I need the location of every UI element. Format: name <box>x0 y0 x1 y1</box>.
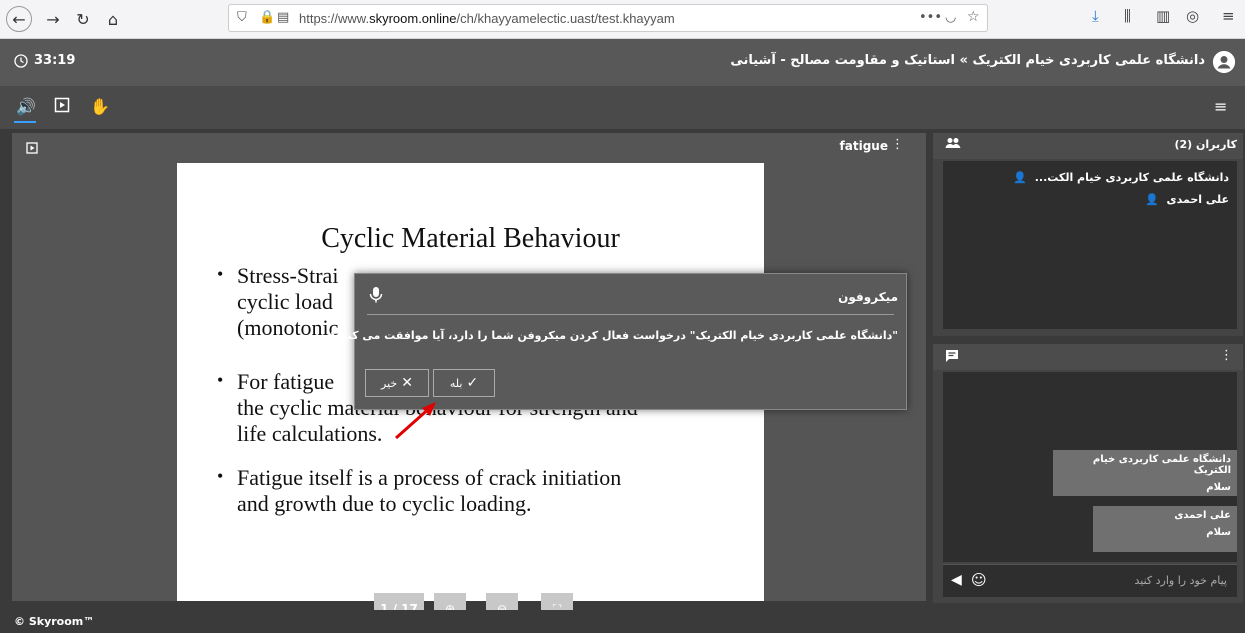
chat-icon <box>945 349 959 367</box>
hamburger-icon[interactable]: ≡ <box>1214 97 1227 116</box>
presentation-name: fatigue <box>839 139 888 153</box>
bullet-line: life calculations. <box>237 421 383 446</box>
users-list: دانشگاه علمی کاربردی خیام الکت... 👤 علی … <box>943 161 1237 329</box>
url-path: /ch/khayyamelectic.uast/test.khayyam <box>456 11 675 26</box>
more-vert-icon[interactable]: ⋮ <box>891 137 904 152</box>
presentation-icon[interactable] <box>26 139 38 158</box>
footer-text: © Skyroom™ <box>14 615 95 628</box>
profile-icon[interactable] <box>1213 51 1235 73</box>
dialog-divider <box>367 314 894 315</box>
no-label: خیر <box>381 376 398 390</box>
slide-bullet-3: Fatigue itself is a process of crack ini… <box>217 463 737 517</box>
arrow-right-icon: → <box>46 9 60 29</box>
chat-message: علی احمدی سلام <box>1093 506 1237 552</box>
shield-icon: ⛉ <box>237 10 247 25</box>
dialog-title: میکروفون <box>838 290 898 304</box>
library-icon[interactable]: ⫼ <box>1124 7 1131 25</box>
room-title: دانشگاه علمی کاربردی خیام الکتریک » استا… <box>730 53 1205 68</box>
lock-icon: 🔒 <box>259 10 276 25</box>
chat-input[interactable]: ◀ ☺ پیام خود را وارد کنید <box>943 564 1237 597</box>
account-icon[interactable]: ◎ <box>1186 7 1199 25</box>
app-header: 33:19 دانشگاه علمی کاربردی خیام الکتریک … <box>0 39 1245 87</box>
users-icon <box>945 137 961 153</box>
user-icon: 👤 <box>1013 171 1027 184</box>
message-text: سلام <box>1206 482 1231 493</box>
yes-label: بله <box>449 376 463 390</box>
send-icon[interactable]: ◀ <box>951 572 962 588</box>
home-icon: ⌂ <box>107 9 119 29</box>
reload-button[interactable]: ↻ <box>70 6 96 32</box>
pocket-icon[interactable]: ◡ <box>945 10 956 25</box>
timer-text: 33:19 <box>34 53 76 68</box>
chat-placeholder: پیام خود را وارد کنید <box>1134 574 1227 587</box>
download-icon[interactable]: ⤓ <box>1092 7 1099 25</box>
yes-button[interactable]: بله ✓ <box>433 369 495 397</box>
chat-panel: ⋮ دانشگاه علمی کاربردی خیام الکتریک سلام… <box>933 344 1243 603</box>
close-icon: ✕ <box>401 375 413 391</box>
back-button[interactable]: ← <box>6 6 32 32</box>
reader-icon: ▤ <box>277 10 290 25</box>
home-button[interactable]: ⌂ <box>100 6 126 32</box>
menu-icon[interactable]: ≡ <box>1222 7 1235 25</box>
page-actions-icon[interactable]: ••• <box>919 10 942 25</box>
chat-message: دانشگاه علمی کاربردی خیام الکتریک سلام <box>1053 450 1237 496</box>
users-panel-header: کاربران (2) <box>933 133 1243 159</box>
room-toolbar: 🔊 ✋ ≡ <box>0 87 1245 129</box>
dialog-message: "دانشگاه علمی کاربردی خیام الکتریک" درخو… <box>330 329 898 342</box>
url-prefix: https://www. <box>299 11 370 26</box>
session-timer: 33:19 <box>14 53 75 68</box>
url-domain: skyroom.online <box>369 11 457 26</box>
check-icon: ✓ <box>466 375 479 391</box>
microphone-icon <box>369 286 383 308</box>
clock-icon <box>14 53 28 68</box>
reload-icon: ↻ <box>76 9 90 29</box>
users-panel: کاربران (2) دانشگاه علمی کاربردی خیام ال… <box>933 133 1243 336</box>
annotation-arrow-icon <box>395 402 436 440</box>
chat-messages: دانشگاه علمی کاربردی خیام الکتریک سلام ع… <box>943 372 1237 562</box>
url-text: https://www.skyroom.online/ch/khayyamele… <box>299 11 675 26</box>
user-name: دانشگاه علمی کاربردی خیام الکت... <box>1034 171 1229 184</box>
user-icon: 👤 <box>1144 193 1159 206</box>
users-title: کاربران (2) <box>1174 138 1237 151</box>
speaker-active-indicator <box>14 121 36 123</box>
play-icon[interactable] <box>54 97 70 117</box>
microphone-dialog: میکروفون "دانشگاه علمی کاربردی خیام الکت… <box>330 273 907 410</box>
forward-button[interactable]: → <box>40 6 66 32</box>
emoji-icon[interactable]: ☺ <box>971 571 987 589</box>
arrow-left-icon: ← <box>12 9 26 29</box>
slide-title: Cyclic Material Behaviour <box>321 223 620 254</box>
user-name: علی احمدی <box>1166 193 1229 206</box>
message-sender: علی احمدی <box>1174 510 1231 521</box>
bullet-line: Fatigue itself is a process of crack ini… <box>237 465 622 490</box>
message-sender: دانشگاه علمی کاربردی خیام الکتریک <box>1092 454 1231 476</box>
more-vert-icon[interactable]: ⋮ <box>1220 348 1233 363</box>
user-item[interactable]: دانشگاه علمی کاربردی خیام الکت... 👤 <box>1013 171 1229 184</box>
no-button[interactable]: خیر ✕ <box>365 369 429 397</box>
raise-hand-icon[interactable]: ✋ <box>90 97 110 116</box>
message-text: سلام <box>1206 527 1231 538</box>
bullet-line: and growth due to cyclic loading. <box>237 491 532 516</box>
browser-toolbar: ← → ↻ ⌂ ⛉ 🔒 ▤ https://www.skyroom.online… <box>0 0 1245 39</box>
chat-panel-header: ⋮ <box>933 344 1243 370</box>
footer: © Skyroom™ <box>0 610 1245 633</box>
user-item[interactable]: علی احمدی 👤 <box>1145 193 1229 206</box>
speaker-icon[interactable]: 🔊 <box>16 97 36 116</box>
address-bar[interactable]: ⛉ 🔒 ▤ https://www.skyroom.online/ch/khay… <box>228 4 988 32</box>
sidebar-icon[interactable]: ▥ <box>1156 7 1170 25</box>
bookmark-star-icon[interactable]: ☆ <box>967 9 980 25</box>
